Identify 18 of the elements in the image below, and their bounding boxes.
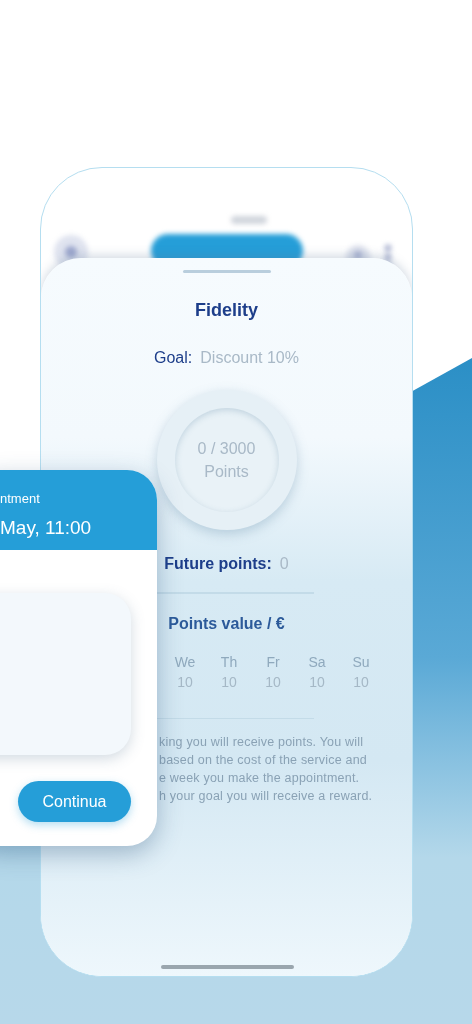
future-points-label: Future points: <box>164 554 272 574</box>
day-label: Sa <box>308 652 326 672</box>
sheet-title: Fidelity <box>194 299 259 322</box>
info-text: king you will receive points. You will based on the cost of the service and e week you make the appointment. h your goal you will receive a reward. <box>159 734 374 805</box>
continue-button[interactable]: Continua <box>18 781 131 822</box>
home-indicator[interactable] <box>161 965 294 969</box>
day-label: Su <box>352 652 370 672</box>
drag-handle[interactable] <box>182 270 271 273</box>
points-unit: Points <box>204 462 249 482</box>
appointment-date: May, 11:00 <box>0 516 92 540</box>
goal-label: Goal: <box>154 348 193 368</box>
goal-value: Discount 10% <box>200 348 299 368</box>
day-label: We <box>174 652 196 672</box>
day-label: Fr <box>266 652 280 672</box>
points-count: 0 / 3000 <box>197 438 256 459</box>
points-value-title: Points value / € <box>167 613 286 634</box>
day-label: Th <box>220 652 238 672</box>
card-header-label: ntment <box>0 490 40 508</box>
